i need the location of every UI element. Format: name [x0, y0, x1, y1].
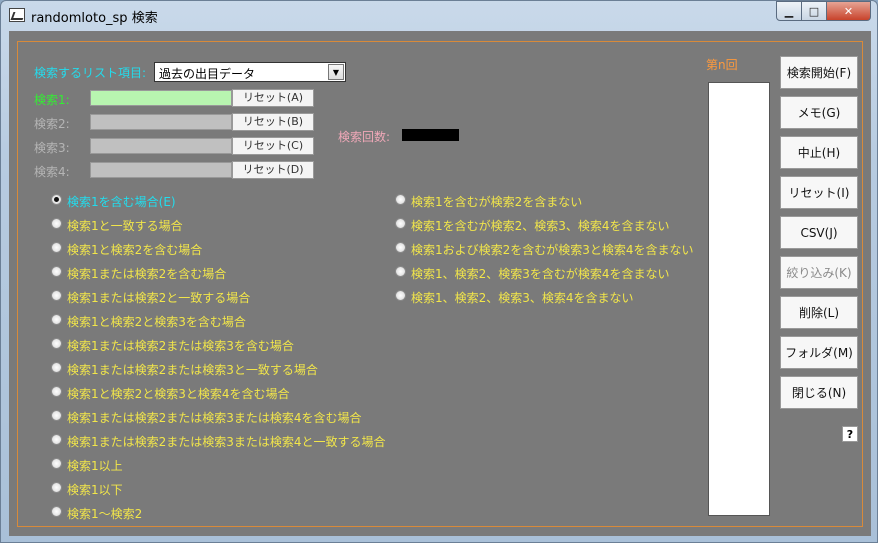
radio-checked-icon[interactable] [51, 194, 62, 205]
reset-button[interactable]: リセット(I) [780, 176, 858, 209]
client-area: 検索するリスト項目: 過去の出目データ ▼ 検索1: リセット(A) 検索2: … [9, 31, 871, 536]
memo-button[interactable]: メモ(G) [780, 96, 858, 129]
radio-icon[interactable] [51, 386, 62, 397]
folder-button[interactable]: フォルダ(M) [780, 336, 858, 369]
csv-button[interactable]: CSV(J) [780, 216, 858, 249]
list-item-label: 検索するリスト項目: [34, 66, 147, 80]
search1-label: 検索1: [34, 93, 70, 107]
minimize-button[interactable]: ▁ [776, 1, 802, 21]
radio-icon[interactable] [395, 266, 406, 277]
radio-icon[interactable] [51, 314, 62, 325]
search2-label: 検索2: [34, 117, 70, 131]
search1-input[interactable] [90, 90, 232, 106]
radio-icon[interactable] [51, 266, 62, 277]
radio-icon[interactable] [51, 434, 62, 445]
chart-app-icon [9, 8, 25, 22]
search3-label: 検索3: [34, 141, 70, 155]
filter-button: 絞り込み(K) [780, 256, 858, 289]
search4-input[interactable] [90, 162, 232, 178]
chevron-down-icon[interactable]: ▼ [328, 64, 344, 80]
search-frame: 検索するリスト項目: 過去の出目データ ▼ 検索1: リセット(A) 検索2: … [17, 41, 863, 527]
list-item-select[interactable]: 過去の出目データ ▼ [154, 62, 346, 82]
search2-input[interactable] [90, 114, 232, 130]
radio-icon[interactable] [395, 218, 406, 229]
radio-icon[interactable] [51, 482, 62, 493]
window-controls: ▁ □ ✕ [776, 1, 871, 21]
results-header: 第n回 [706, 58, 738, 72]
radio-icon[interactable] [51, 506, 62, 517]
reset-b-button[interactable]: リセット(B) [232, 113, 314, 131]
radio-icon[interactable] [395, 290, 406, 301]
delete-button[interactable]: 削除(L) [780, 296, 858, 329]
list-item-value: 過去の出目データ [159, 67, 256, 81]
radio-icon[interactable] [51, 410, 62, 421]
radio-icon[interactable] [51, 338, 62, 349]
reset-c-button[interactable]: リセット(C) [232, 137, 314, 155]
stop-button[interactable]: 中止(H) [780, 136, 858, 169]
radio-icon[interactable] [51, 242, 62, 253]
maximize-button[interactable]: □ [802, 1, 827, 21]
window-title: randomloto_sp 検索 [31, 11, 158, 26]
radio-icon[interactable] [51, 290, 62, 301]
search-start-button[interactable]: 検索開始(F) [780, 56, 858, 89]
search-count-value [402, 129, 459, 141]
help-icon[interactable]: ? [842, 426, 858, 442]
radio-icon[interactable] [395, 194, 406, 205]
close-window-button[interactable]: ✕ [827, 1, 871, 21]
reset-a-button[interactable]: リセット(A) [232, 89, 314, 107]
radio-icon[interactable] [51, 218, 62, 229]
close-button[interactable]: 閉じる(N) [780, 376, 858, 409]
search-window: randomloto_sp 検索 ▁ □ ✕ 検索するリスト項目: 過去の出目デ… [0, 0, 878, 543]
radio-icon[interactable] [51, 362, 62, 373]
search3-input[interactable] [90, 138, 232, 154]
reset-d-button[interactable]: リセット(D) [232, 161, 314, 179]
title-bar[interactable]: randomloto_sp 検索 ▁ □ ✕ [1, 1, 877, 29]
results-list[interactable] [708, 82, 770, 516]
search4-label: 検索4: [34, 165, 70, 179]
search-count-label: 検索回数: [338, 130, 391, 144]
radio-icon[interactable] [395, 242, 406, 253]
radio-icon[interactable] [51, 458, 62, 469]
